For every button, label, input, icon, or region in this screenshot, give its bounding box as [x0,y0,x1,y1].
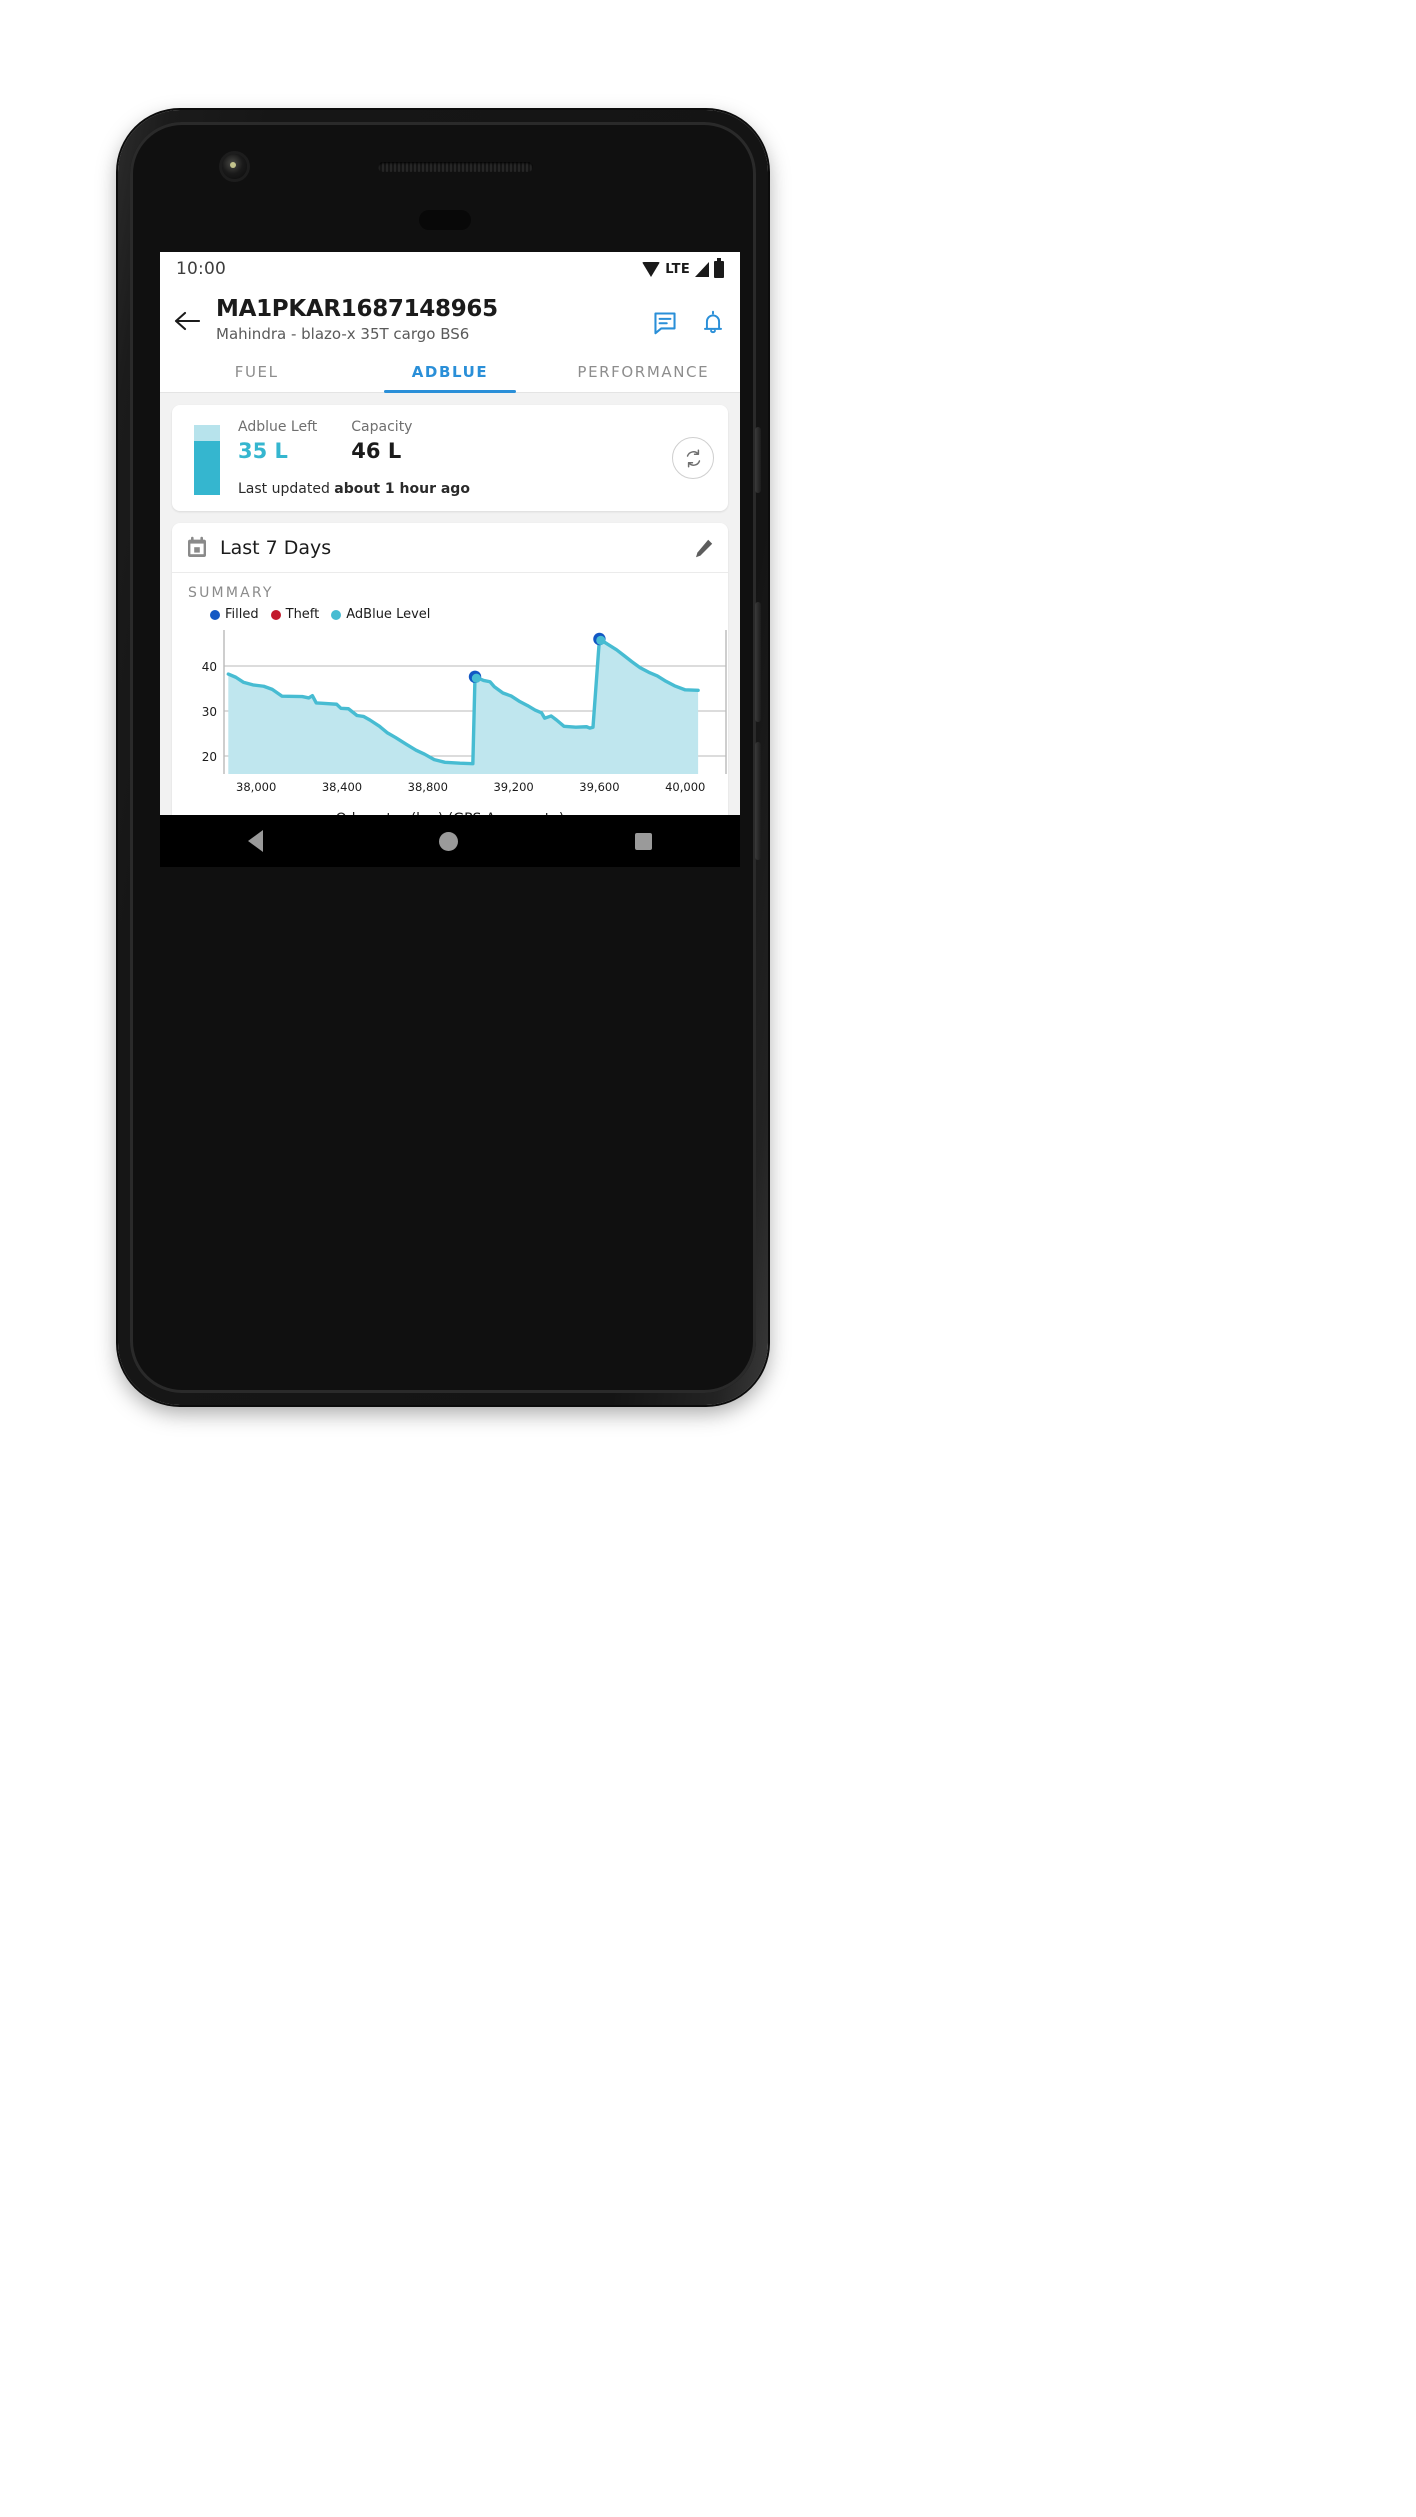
adblue-capacity-label: Capacity [351,419,413,436]
chart-x-tick: 38,000 [236,780,276,794]
legend-item-adblue-level: AdBlue Level [331,607,430,622]
chart-x-tick: 39,200 [493,780,533,794]
volume-up-button[interactable] [755,602,761,722]
adblue-left-block: Adblue Left 35 L [238,419,317,463]
legend-label-theft: Theft [285,607,320,623]
status-time: 10:00 [176,259,226,279]
last-updated-text: Last updated about 1 hour ago [238,481,672,497]
lte-label: LTE [665,261,690,277]
adblue-level-texts: Adblue Left 35 L Capacity 46 L Last upda… [238,419,672,497]
legend-label-filled: Filled [225,607,259,623]
adblue-left-label: Adblue Left [238,419,318,436]
chart-x-tick: 38,400 [322,780,362,794]
chart-marker-level-point [471,673,481,683]
nav-home-icon[interactable] [439,831,459,851]
status-icons: LTE [642,257,724,278]
chart-x-tick: 38,800 [408,780,448,794]
legend-label-adblue-level: AdBlue Level [346,607,431,623]
tab-adblue[interactable]: ADBLUE [353,355,546,394]
battery-icon [714,257,724,278]
chart-x-tick: 39,600 [579,780,619,794]
volume-down-button[interactable] [755,742,761,860]
phone-bezel: 10:00 LTE MA1PKAR1687148965 Mahindra - b… [130,122,761,1393]
range-header[interactable]: Last 7 Days [172,523,728,574]
gauge-filled-portion [194,440,220,496]
chart-y-tick: 20 [202,750,217,764]
back-button[interactable] [174,294,216,336]
adblue-capacity-block: Capacity 46 L [351,419,412,463]
refresh-button[interactable] [672,437,714,480]
app-viewport: 10:00 LTE MA1PKAR1687148965 Mahindra - b… [160,252,740,867]
wifi-icon [642,261,661,277]
bell-icon[interactable] [700,310,726,336]
status-bar: 10:00 LTE [160,252,740,286]
gauge-empty-portion [194,425,220,441]
app-bar-titles: MA1PKAR1687148965 Mahindra - blazo-x 35T… [216,294,652,343]
sensor-housing [419,210,471,230]
app-bar-actions [652,294,726,336]
adblue-level-chart: 20 30 40 38,000 38,400 38,800 39,200 39,600 40,0… [172,622,728,808]
legend-item-theft: Theft [270,607,320,623]
chart-canvas: 20 30 40 38,000 38,400 38,800 39,200 39,600 40,0… [202,630,727,794]
pencil-icon[interactable] [694,538,714,558]
android-nav-bar [160,815,740,867]
legend-swatch-adblue-level [331,609,342,620]
adblue-gauge [194,425,220,496]
phone-body: 10:00 LTE MA1PKAR1687148965 Mahindra - b… [118,110,768,1405]
page-subtitle: Mahindra - blazo-x 35T cargo BS6 [216,325,470,344]
adblue-value-row: Adblue Left 35 L Capacity 46 L [238,419,672,463]
nav-back-icon[interactable] [248,830,264,852]
adblue-level-card: Adblue Left 35 L Capacity 46 L Last upda… [172,405,728,512]
tab-fuel[interactable]: FUEL [160,355,353,392]
app-bar: MA1PKAR1687148965 Mahindra - blazo-x 35T… [160,286,740,343]
phone-device: 10:00 LTE MA1PKAR1687148965 Mahindra - b… [118,110,1298,1410]
tab-content-adblue: Adblue Left 35 L Capacity 46 L Last upda… [160,393,740,867]
range-title: Last 7 Days [220,536,332,559]
signal-icon [695,261,709,277]
nav-recents-icon[interactable] [634,832,652,850]
chart-marker-level-point [596,635,606,646]
legend-item-filled: Filled [210,607,259,622]
legend-swatch-theft [270,609,281,620]
arrow-left-icon [174,311,201,331]
phone-screen: 10:00 LTE MA1PKAR1687148965 Mahindra - b… [160,252,740,867]
chart-y-tick: 40 [202,660,217,674]
calendar-icon [186,536,208,559]
chart-x-tick: 40,000 [665,780,705,794]
tab-bar: FUEL ADBLUE PERFORMANCE [160,355,740,394]
adblue-left-value: 35 L [238,439,288,464]
power-button[interactable] [755,427,761,493]
last-updated-prefix: Last updated [238,481,335,498]
summary-section-label: SUMMARY [188,585,274,602]
earpiece-speaker [378,162,533,172]
front-camera-icon [222,154,247,179]
tab-performance[interactable]: PERFORMANCE [547,355,740,392]
page-title: MA1PKAR1687148965 [216,296,498,322]
legend-swatch-filled [210,609,220,620]
refresh-icon [686,449,700,468]
message-icon[interactable] [652,310,678,336]
chart-legend: Filled Theft AdBlue Level [172,603,728,622]
chart-y-tick: 30 [202,705,217,719]
adblue-capacity-value: 46 L [351,439,402,464]
last-updated-value: about 1 hour ago [334,481,470,498]
